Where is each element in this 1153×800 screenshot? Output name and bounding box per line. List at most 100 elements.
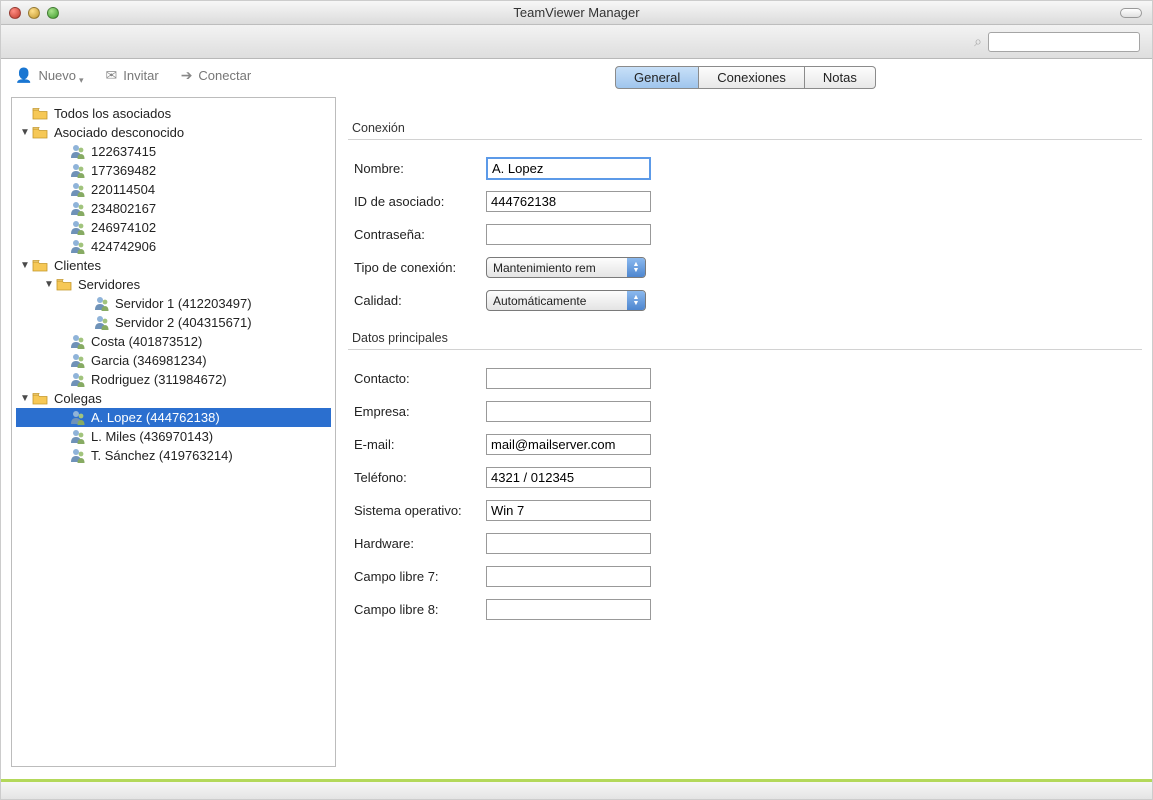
tree-partner[interactable]: Servidor 1 (412203497): [16, 294, 331, 313]
titlebar: TeamViewer Manager: [1, 1, 1152, 25]
input-campo7[interactable]: [486, 566, 651, 587]
envelope-icon: ✉: [106, 67, 118, 84]
tree-partner[interactable]: 122637415: [16, 142, 331, 161]
tree-folder-unknown[interactable]: ▼ Asociado desconocido: [16, 123, 331, 142]
select-caret-icon: ▲▼: [627, 258, 645, 277]
person-icon: [70, 353, 86, 368]
tree: ▶ Todos los asociados ▼ Asociado descono…: [12, 98, 335, 471]
input-os[interactable]: [486, 500, 651, 521]
label-contacto: Contacto:: [348, 371, 486, 386]
input-empresa[interactable]: [486, 401, 651, 422]
label-nombre: Nombre:: [348, 161, 486, 176]
divider: [348, 139, 1142, 140]
person-icon: [70, 372, 86, 387]
add-person-icon: 👤: [15, 67, 32, 84]
label-campo7: Campo libre 7:: [348, 569, 486, 584]
person-icon: [94, 315, 110, 330]
search-input[interactable]: [988, 32, 1140, 52]
person-icon: [70, 334, 86, 349]
tree-partner[interactable]: Costa (401873512): [16, 332, 331, 351]
label-password: Contraseña:: [348, 227, 486, 242]
chevron-down-icon: ▾: [79, 75, 84, 86]
searchbar: ⌕: [1, 25, 1152, 59]
section-title-maindata: Datos principales: [352, 331, 1142, 345]
person-icon: [70, 429, 86, 444]
label-campo8: Campo libre 8:: [348, 602, 486, 617]
tree-partner[interactable]: Servidor 2 (404315671): [16, 313, 331, 332]
disclosure-icon[interactable]: ▼: [44, 279, 54, 290]
select-conn-type[interactable]: Mantenimiento rem ▲▼: [486, 257, 646, 278]
minimize-window-icon[interactable]: [28, 7, 40, 19]
tree-partner[interactable]: 220114504: [16, 180, 331, 199]
disclosure-icon[interactable]: ▼: [20, 260, 30, 271]
label-quality: Calidad:: [348, 293, 486, 308]
tab-connections[interactable]: Conexiones: [699, 66, 805, 89]
tab-general[interactable]: General: [615, 66, 699, 89]
zoom-window-icon[interactable]: [47, 7, 59, 19]
person-icon: [94, 296, 110, 311]
label-email: E-mail:: [348, 437, 486, 452]
new-label: Nuevo: [38, 68, 76, 83]
input-contacto[interactable]: [486, 368, 651, 389]
tree-partner[interactable]: 234802167: [16, 199, 331, 218]
tree-folder-colleagues[interactable]: ▼ Colegas: [16, 389, 331, 408]
resize-handle-icon[interactable]: ⋮: [331, 468, 336, 490]
folder-icon: [32, 126, 48, 139]
toolbar-toggle-icon[interactable]: [1120, 8, 1142, 18]
tab-strip: General Conexiones Notas: [615, 66, 876, 89]
tree-partner[interactable]: 246974102: [16, 218, 331, 237]
close-window-icon[interactable]: [9, 7, 21, 19]
window-title: TeamViewer Manager: [1, 5, 1152, 20]
input-nombre[interactable]: [486, 157, 651, 180]
person-icon: [70, 163, 86, 178]
tree-folder-clients[interactable]: ▼ Clientes: [16, 256, 331, 275]
tree-partner[interactable]: Rodriguez (311984672): [16, 370, 331, 389]
invite-label: Invitar: [123, 68, 158, 83]
sidebar: ▶ Todos los asociados ▼ Asociado descono…: [11, 97, 336, 767]
input-campo8[interactable]: [486, 599, 651, 620]
input-telefono[interactable]: [486, 467, 651, 488]
label-empresa: Empresa:: [348, 404, 486, 419]
input-hardware[interactable]: [486, 533, 651, 554]
search-icon: ⌕: [974, 33, 982, 50]
person-icon: [70, 220, 86, 235]
tab-notes[interactable]: Notas: [805, 66, 876, 89]
toolbar: 👤 Nuevo ▾ ✉ Invitar ➔ Conectar: [1, 59, 1152, 89]
label-hardware: Hardware:: [348, 536, 486, 551]
person-icon: [70, 201, 86, 216]
person-icon: [70, 182, 86, 197]
select-caret-icon: ▲▼: [627, 291, 645, 310]
disclosure-icon[interactable]: ▼: [20, 127, 30, 138]
disclosure-icon[interactable]: ▼: [20, 393, 30, 404]
tree-partner[interactable]: 424742906: [16, 237, 331, 256]
footer: [1, 781, 1152, 799]
input-email[interactable]: [486, 434, 651, 455]
label-id: ID de asociado:: [348, 194, 486, 209]
detail-panel: Conexión Nombre: ID de asociado: Contras…: [348, 97, 1142, 767]
select-quality[interactable]: Automáticamente ▲▼: [486, 290, 646, 311]
label-conn-type: Tipo de conexión:: [348, 260, 486, 275]
folder-icon: [32, 392, 48, 405]
folder-icon: [56, 278, 72, 291]
connect-label: Conectar: [198, 68, 251, 83]
label-telefono: Teléfono:: [348, 470, 486, 485]
tree-root[interactable]: ▶ Todos los asociados: [16, 104, 331, 123]
invite-button[interactable]: ✉ Invitar: [106, 67, 159, 84]
arrow-right-icon: ➔: [181, 67, 193, 84]
tree-partner[interactable]: L. Miles (436970143): [16, 427, 331, 446]
input-id[interactable]: [486, 191, 651, 212]
input-password[interactable]: [486, 224, 651, 245]
folder-icon: [32, 107, 48, 120]
folder-icon: [32, 259, 48, 272]
tree-partner[interactable]: 177369482: [16, 161, 331, 180]
tree-folder-servers[interactable]: ▼ Servidores: [16, 275, 331, 294]
connect-button[interactable]: ➔ Conectar: [181, 67, 251, 84]
tree-partner-selected[interactable]: A. Lopez (444762138): [16, 408, 331, 427]
person-icon: [70, 410, 86, 425]
tree-partner[interactable]: T. Sánchez (419763214): [16, 446, 331, 465]
divider: [348, 349, 1142, 350]
tree-partner[interactable]: Garcia (346981234): [16, 351, 331, 370]
section-title-connection: Conexión: [352, 121, 1142, 135]
new-button[interactable]: 👤 Nuevo ▾: [15, 65, 84, 86]
person-icon: [70, 144, 86, 159]
